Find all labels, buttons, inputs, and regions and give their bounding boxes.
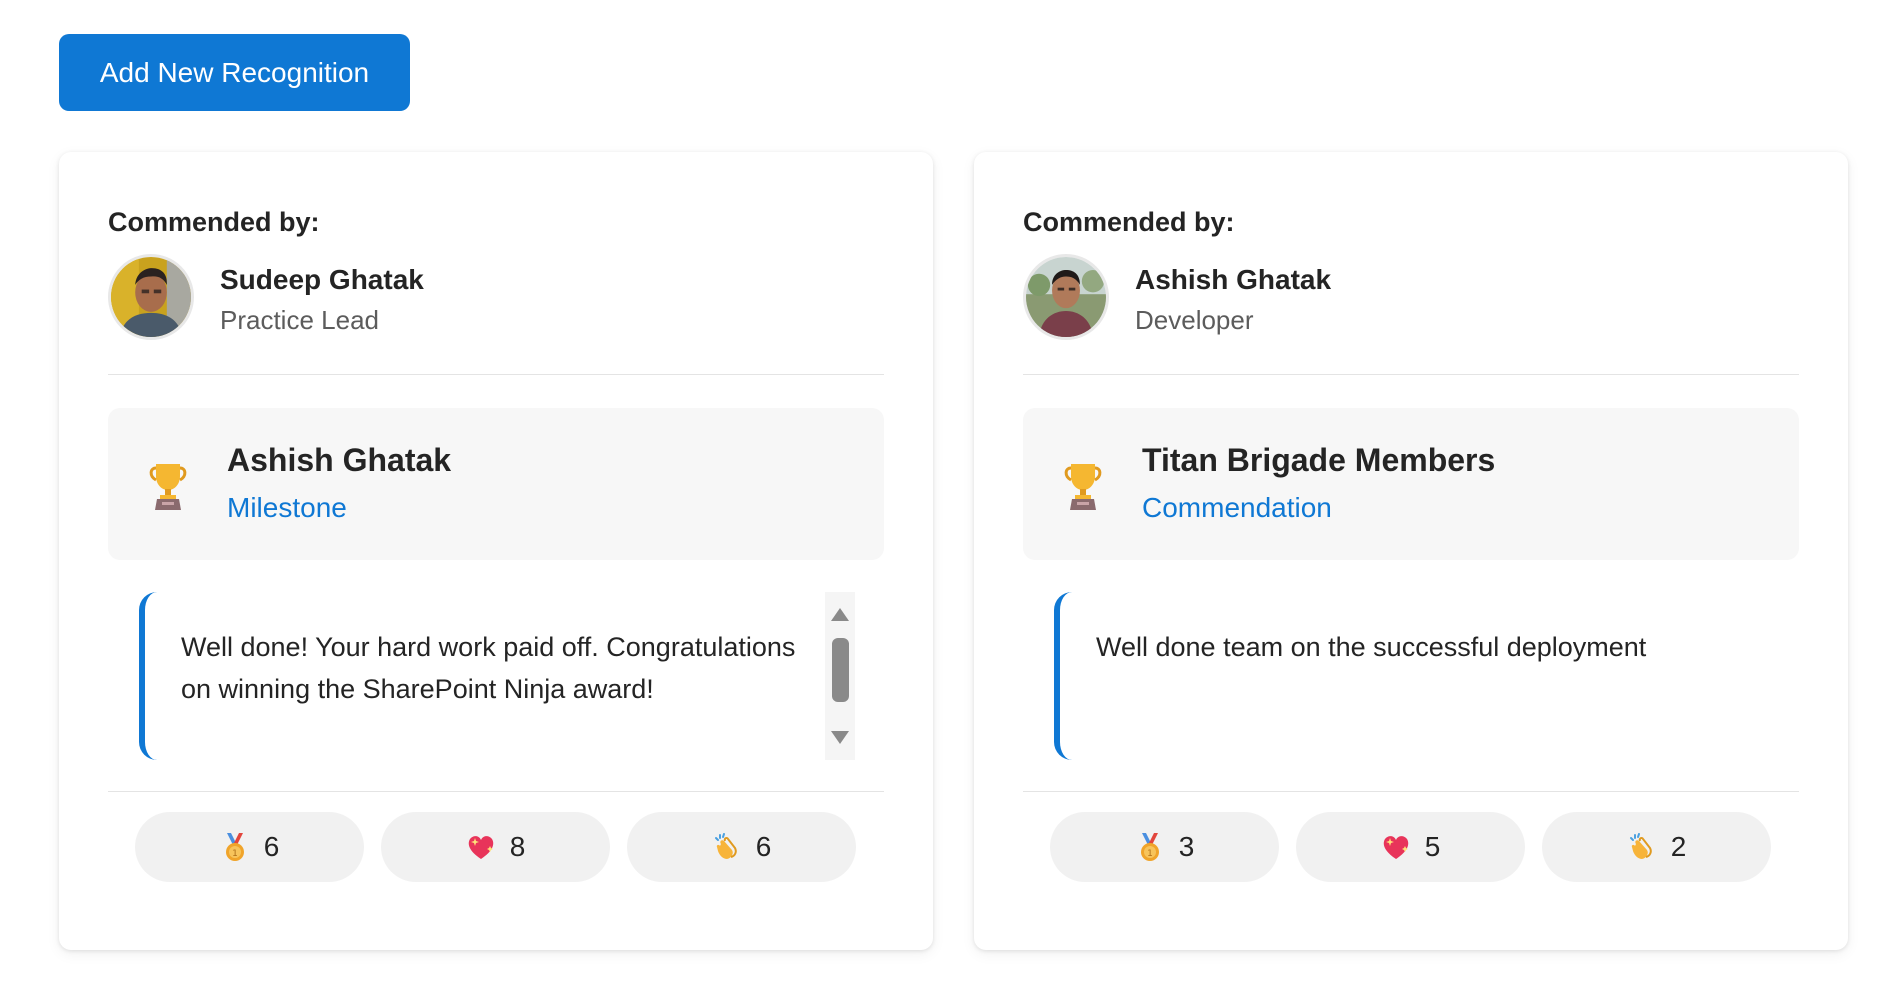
reaction-medal-button[interactable]: 6 — [135, 812, 364, 882]
reaction-count: 2 — [1670, 831, 1687, 862]
commended-by-label: Commended by: — [1023, 207, 1235, 237]
reaction-count: 6 — [755, 831, 772, 862]
reaction-clap-button[interactable]: 2 — [1542, 812, 1771, 882]
scroll-thumb[interactable] — [832, 638, 849, 702]
heart-icon — [1381, 832, 1411, 862]
giver-name: Ashish Ghatak — [1135, 264, 1332, 295]
award-type-link[interactable]: Commendation — [1142, 492, 1332, 524]
message-quote: Well done! Your hard work paid off. Cong… — [139, 592, 855, 760]
message-text: Well done team on the successful deploym… — [1096, 632, 1647, 662]
add-new-recognition-button[interactable]: Add New Recognition — [59, 34, 410, 111]
trophy-icon — [1063, 460, 1103, 512]
trophy-icon — [148, 460, 188, 512]
heart-icon — [466, 832, 496, 862]
reaction-count: 8 — [509, 831, 526, 862]
recipient-name: Ashish Ghatak — [227, 442, 452, 478]
medal-icon — [1135, 832, 1165, 862]
reaction-clap-button[interactable]: 6 — [627, 812, 856, 882]
divider — [1023, 791, 1799, 792]
reaction-medal-button[interactable]: 3 — [1050, 812, 1279, 882]
clap-icon — [712, 832, 742, 862]
award-type-link[interactable]: Milestone — [227, 492, 347, 524]
message-text: Well done! Your hard work paid off. Cong… — [181, 632, 796, 704]
giver-avatar — [1023, 254, 1109, 340]
recipient-name: Titan Brigade Members — [1142, 442, 1496, 478]
divider — [1023, 374, 1799, 375]
scroll-down-arrow-icon[interactable] — [831, 731, 849, 744]
giver-role: Practice Lead — [220, 305, 379, 335]
recognition-card: Commended by: Ashish Ghatak Developer Ti… — [974, 152, 1848, 950]
recognition-card: Commended by: Sudeep Ghatak Practice Lea… — [59, 152, 933, 950]
recipient-panel: Titan Brigade Members Commendation — [1023, 408, 1799, 560]
reaction-count: 3 — [1178, 831, 1195, 862]
recipient-panel: Ashish Ghatak Milestone — [108, 408, 884, 560]
divider — [108, 791, 884, 792]
reaction-count: 5 — [1424, 831, 1441, 862]
reaction-count: 6 — [263, 831, 280, 862]
scroll-up-arrow-icon[interactable] — [831, 608, 849, 621]
giver-avatar — [108, 254, 194, 340]
message-scrollbar[interactable] — [825, 592, 855, 760]
reaction-heart-button[interactable]: 5 — [1296, 812, 1525, 882]
message-quote: Well done team on the successful deploym… — [1054, 592, 1770, 760]
reaction-bar: 6 8 6 — [135, 812, 859, 882]
reaction-bar: 3 5 2 — [1050, 812, 1774, 882]
recognition-page: Add New Recognition Commended by: Sudeep… — [0, 0, 1892, 981]
giver-role: Developer — [1135, 305, 1254, 335]
medal-icon — [220, 832, 250, 862]
commended-by-label: Commended by: — [108, 207, 320, 237]
divider — [108, 374, 884, 375]
clap-icon — [1627, 832, 1657, 862]
giver-name: Sudeep Ghatak — [220, 264, 424, 295]
reaction-heart-button[interactable]: 8 — [381, 812, 610, 882]
